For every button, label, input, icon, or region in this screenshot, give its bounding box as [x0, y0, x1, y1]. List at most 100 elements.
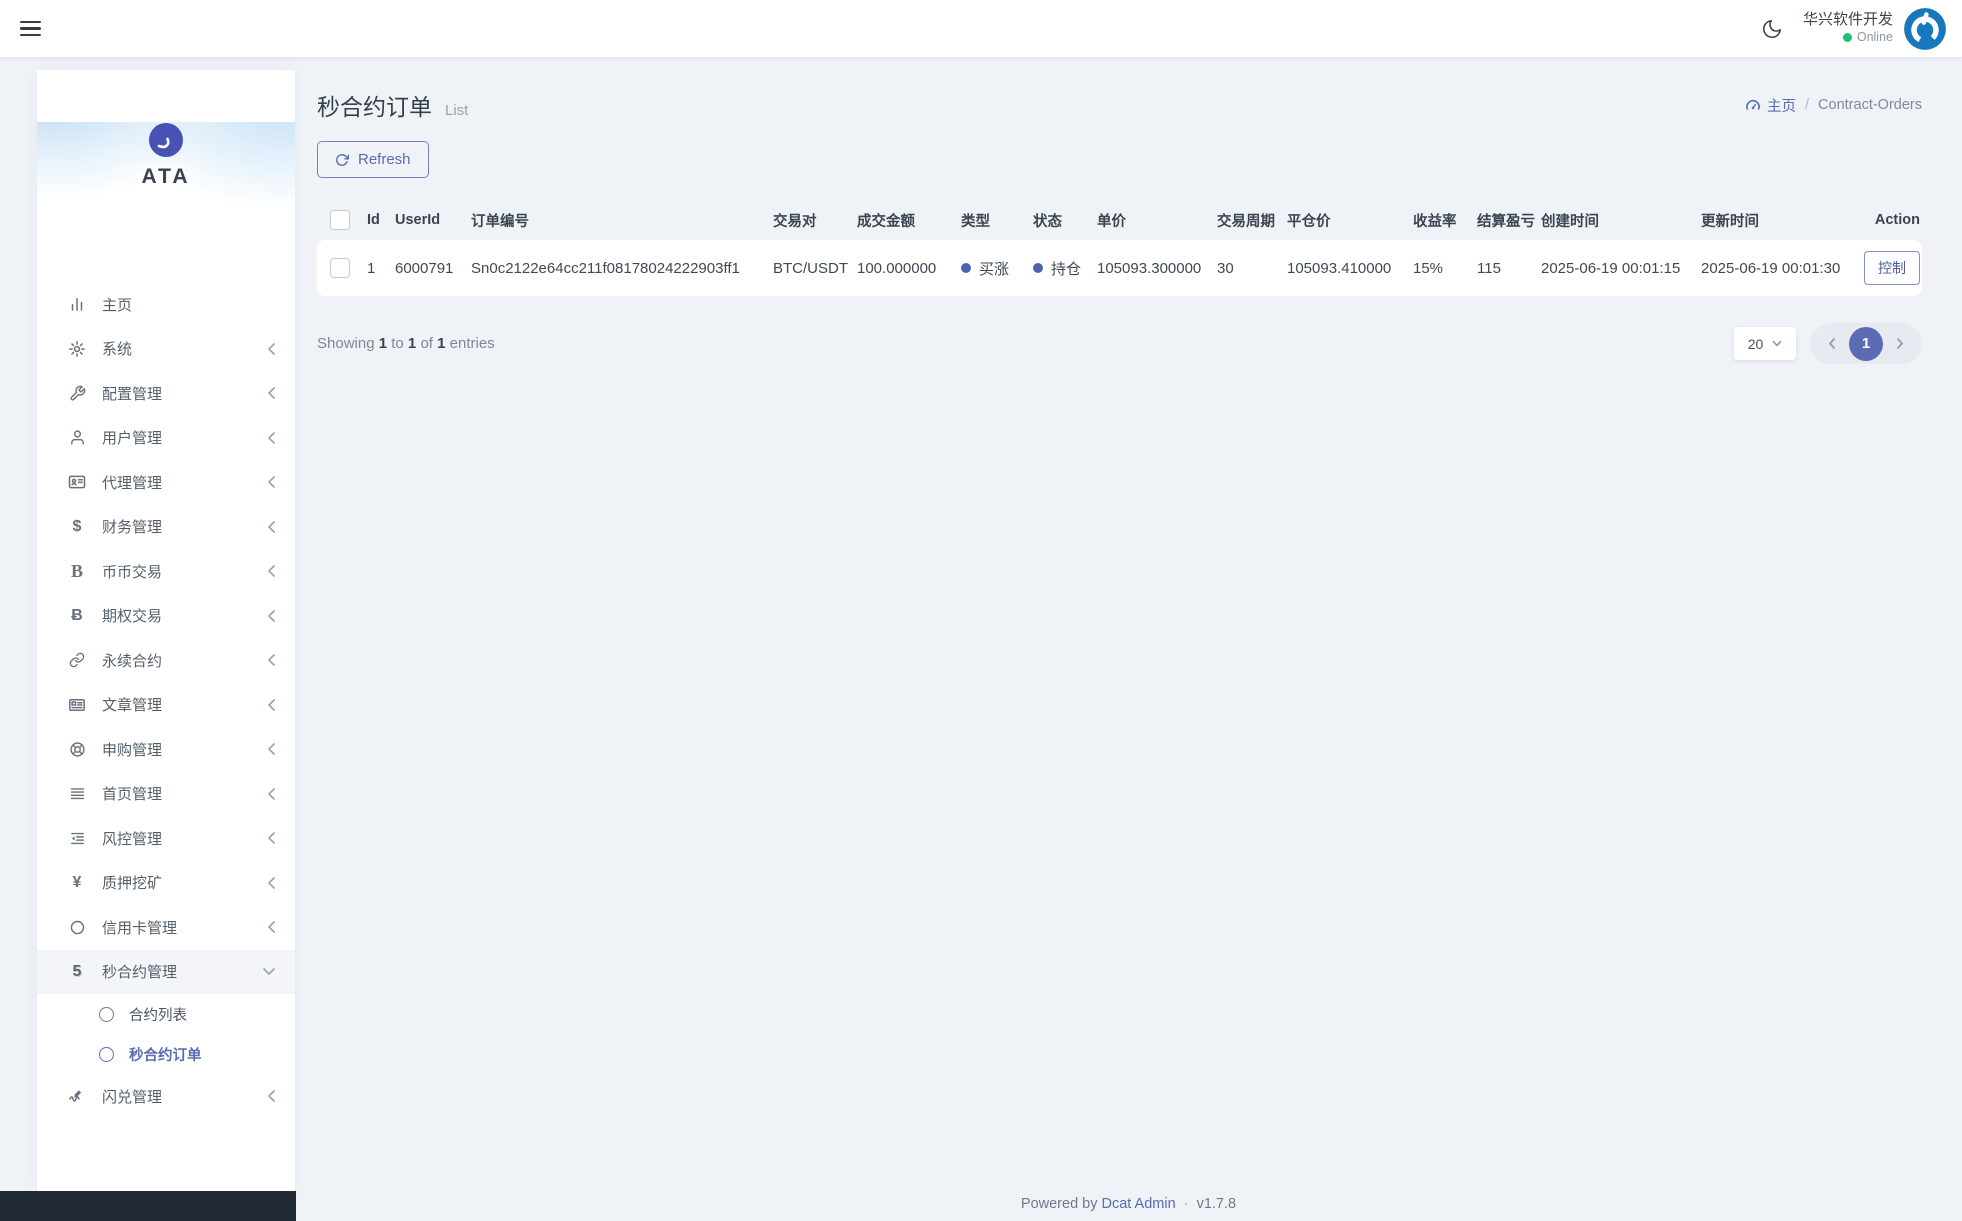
column-header-action: Action — [1871, 212, 1922, 228]
sidebar-item-subscription[interactable]: 申购管理 — [37, 727, 295, 772]
outdent-icon — [64, 830, 90, 847]
page-size-select[interactable]: 20 — [1734, 327, 1796, 360]
page-title: 秒合约订单 — [317, 88, 432, 122]
user-menu[interactable]: 华兴软件开发 Online — [1803, 8, 1946, 50]
chevron-left-icon — [267, 876, 276, 890]
sidebar-item-perpetual[interactable]: 永续合约 — [37, 638, 295, 683]
link-icon — [64, 652, 90, 668]
sidebar-item-label: 信用卡管理 — [102, 917, 267, 938]
circle-icon — [64, 919, 90, 936]
sidebar-item-config[interactable]: 配置管理 — [37, 371, 295, 416]
sidebar-subitem-label: 秒合约订单 — [129, 1044, 202, 1065]
sidebar-item-label: 配置管理 — [102, 383, 267, 404]
row-checkbox[interactable] — [330, 258, 350, 278]
sidebar-item-label: 币币交易 — [102, 561, 267, 582]
cell-userid: 6000791 — [391, 260, 467, 277]
sidebar-subitem-label: 合约列表 — [129, 1004, 187, 1025]
chevron-left-icon — [1828, 337, 1836, 350]
cell-type-badge: 买涨 — [957, 258, 1029, 279]
sidebar-logo-area: ATA — [37, 122, 295, 282]
sidebar-subitem-contract-list[interactable]: 合约列表 — [37, 994, 295, 1034]
online-status-dot — [1843, 33, 1852, 42]
sidebar-item-label: 用户管理 — [102, 427, 267, 448]
cell-close-price: 105093.410000 — [1283, 260, 1409, 277]
cell-status-badge: 持仓 — [1029, 258, 1093, 279]
moon-icon — [1761, 18, 1783, 40]
cell-amount: 100.000000 — [853, 260, 957, 277]
align-justify-icon — [64, 785, 90, 802]
column-header-profit-rate: 收益率 — [1409, 210, 1473, 231]
breadcrumb-home-link[interactable]: 主页 — [1745, 95, 1796, 116]
sidebar-item-label: 文章管理 — [102, 694, 267, 715]
brand-logo-icon — [148, 122, 184, 158]
select-all-checkbox[interactable] — [330, 210, 350, 230]
table-header-row: Id UserId 订单编号 交易对 成交金额 类型 状态 单价 交易周期 平仓… — [317, 200, 1922, 240]
online-status-label: Online — [1857, 30, 1893, 46]
sidebar-item-label: 主页 — [102, 294, 276, 315]
avatar[interactable] — [1904, 8, 1946, 50]
refresh-button[interactable]: Refresh — [317, 141, 429, 178]
sidebar-item-risk-control[interactable]: 风控管理 — [37, 816, 295, 861]
table-row: 1 6000791 Sn0c2122e64cc211f0817802422290… — [317, 240, 1922, 296]
chevron-left-icon — [267, 831, 276, 845]
page-subtitle: List — [445, 102, 468, 119]
sidebar-item-options-trade[interactable]: Ƀ 期权交易 — [37, 594, 295, 639]
circle-o-icon — [99, 1007, 114, 1022]
sidebar-item-label: 期权交易 — [102, 605, 267, 626]
breadcrumb: 主页 / Contract-Orders — [1745, 95, 1922, 116]
letter-b-icon: B — [64, 562, 90, 580]
chevron-down-icon — [262, 967, 276, 976]
dcat-admin-link[interactable]: Dcat Admin — [1102, 1196, 1176, 1212]
sidebar-item-articles[interactable]: 文章管理 — [37, 683, 295, 728]
prev-page-button[interactable] — [1819, 337, 1845, 350]
column-header-status: 状态 — [1029, 210, 1093, 231]
next-page-button[interactable] — [1887, 337, 1913, 350]
sidebar-subitem-contract-orders[interactable]: 秒合约订单 — [37, 1034, 295, 1074]
sidebar-item-label: 质押挖矿 — [102, 872, 267, 893]
chevron-left-icon — [267, 742, 276, 756]
column-header-order-no: 订单编号 — [467, 210, 769, 231]
column-header-userid: UserId — [391, 212, 467, 228]
cell-profit-rate: 15% — [1409, 260, 1473, 277]
gear-icon — [64, 340, 90, 358]
chevron-left-icon — [267, 386, 276, 400]
sidebar-toggle-button[interactable] — [20, 17, 44, 41]
number-five-icon: 5 — [64, 963, 90, 981]
newspaper-icon — [64, 696, 90, 714]
sidebar-item-credit-card[interactable]: 信用卡管理 — [37, 905, 295, 950]
sidebar-item-users[interactable]: 用户管理 — [37, 416, 295, 461]
sidebar-item-second-contract[interactable]: 5 秒合约管理 — [37, 950, 295, 995]
sidebar-item-finance[interactable]: $ 财务管理 — [37, 505, 295, 550]
avatar-logo-icon — [1904, 8, 1946, 50]
status-dot-icon — [1033, 263, 1043, 273]
footer-separator: · — [1180, 1196, 1193, 1212]
page-1-button[interactable]: 1 — [1849, 327, 1883, 361]
sidebar-item-homepage[interactable]: 首页管理 — [37, 772, 295, 817]
chevron-right-icon — [1896, 337, 1904, 350]
cell-pair: BTC/USDT — [769, 260, 853, 277]
sidebar-item-staking[interactable]: ¥ 质押挖矿 — [37, 861, 295, 906]
dark-mode-toggle[interactable] — [1761, 18, 1783, 40]
cell-id: 1 — [363, 260, 391, 277]
sidebar-item-flash-exchange[interactable]: 闪兑管理 — [37, 1074, 295, 1119]
sidebar-item-label: 系统 — [102, 338, 267, 359]
sidebar-item-spot-trade[interactable]: B 币币交易 — [37, 549, 295, 594]
cell-updated-at: 2025-06-19 00:01:30 — [1697, 260, 1865, 277]
column-header-amount: 成交金额 — [853, 210, 957, 231]
cell-period: 30 — [1213, 260, 1283, 277]
sidebar-item-label: 风控管理 — [102, 828, 267, 849]
column-header-id: Id — [363, 212, 391, 228]
sidebar-item-home[interactable]: 主页 — [37, 282, 295, 327]
footer-powered-text: Powered by — [1021, 1196, 1098, 1212]
cell-settle-pl: 115 — [1473, 260, 1537, 277]
sidebar-item-label: 首页管理 — [102, 783, 267, 804]
sidebar-item-label: 代理管理 — [102, 472, 267, 493]
cell-order-no: Sn0c2122e64cc211f08178024222903ff1 — [467, 260, 769, 277]
cell-created-at: 2025-06-19 00:01:15 — [1537, 260, 1697, 277]
control-button[interactable]: 控制 — [1864, 251, 1920, 285]
sidebar-item-label: 闪兑管理 — [102, 1086, 267, 1107]
main-content: 秒合约订单 List 主页 / Contract-Orders Refresh … — [295, 57, 1962, 1221]
chevron-left-icon — [267, 564, 276, 578]
sidebar-item-agents[interactable]: 代理管理 — [37, 460, 295, 505]
sidebar-item-system[interactable]: 系统 — [37, 327, 295, 372]
